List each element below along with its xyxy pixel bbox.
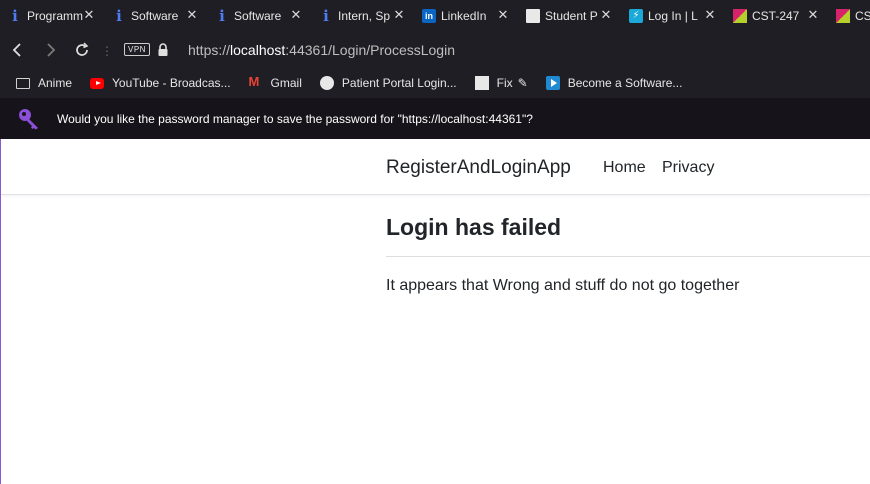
error-message: It appears that Wrong and stuff do not g… [386,277,740,294]
tab-title: Software [234,9,282,23]
nav-link-privacy[interactable]: Privacy [662,159,714,177]
page-content: RegisterAndLoginApp Home Privacy Login h… [0,139,870,484]
bookmark-label: Anime [38,76,73,90]
play-icon [545,76,560,90]
bookmark-label: YouTube - Broadcas... [112,76,231,90]
tab-strip: i Programm ✕ i Software ✕ i Software ✕ i… [0,0,870,32]
tab-programm[interactable]: i Programm ✕ [0,0,104,32]
close-icon[interactable]: ✕ [599,8,613,22]
tab-intern[interactable]: i Intern, Sp ✕ [311,0,414,32]
url-path: :44361/Login/ProcessLogin [285,42,455,58]
info-icon: i [219,7,225,25]
tab-cs[interactable]: CS [828,0,870,32]
reload-button[interactable] [70,38,94,62]
bookmark-label: Fix [496,76,513,90]
address-field[interactable]: https://localhost:44361/Login/ProcessLog… [188,42,455,58]
password-manager-bar: Would you like the password manager to s… [0,98,870,139]
close-icon[interactable]: ✕ [185,8,199,22]
info-icon: i [323,7,329,25]
url-scheme: https:// [188,42,231,58]
cst-icon [733,9,747,23]
close-icon[interactable]: ✕ [703,8,717,22]
tab-linkedin[interactable]: in LinkedIn ✕ [414,0,518,32]
close-icon[interactable]: ✕ [496,8,510,22]
bookmark-label: Become a Software... [567,76,683,90]
close-icon[interactable]: ✕ [806,8,820,22]
tab-login[interactable]: ⚡ Log In | L ✕ [621,0,725,32]
divider [386,256,870,257]
forward-button[interactable] [38,38,62,62]
tab-title: CST-247 [752,9,800,23]
bookmark-label: Gmail [270,76,302,90]
tab-title: Log In | L [648,9,698,23]
tab-title: CS [855,9,870,23]
cst-icon [836,9,850,23]
close-icon[interactable]: ✕ [289,8,303,22]
youtube-icon [90,77,105,89]
tab-student[interactable]: Student P ✕ [518,0,621,32]
gmail-icon: M [248,74,260,89]
bookmark-fix[interactable]: Fix ✎ [474,76,528,90]
patient-portal-icon [319,76,334,90]
nav-link-home[interactable]: Home [603,159,646,177]
tab-title: LinkedIn [441,9,487,23]
tab-software-2[interactable]: i Software ✕ [207,0,311,32]
info-icon: i [116,7,122,25]
tab-cst-247[interactable]: CST-247 ✕ [725,0,828,32]
bookmark-patient-portal[interactable]: Patient Portal Login... [319,76,457,90]
file-icon [474,76,489,90]
tab-title: Software [131,9,179,23]
site-navbar: RegisterAndLoginApp Home Privacy [1,139,870,195]
bookmark-gmail[interactable]: M Gmail [248,74,302,90]
reload-icon [76,42,89,56]
bolt-icon: ⚡ [629,9,643,23]
url-host: localhost [230,42,286,58]
vpn-badge[interactable]: VPN [124,43,150,56]
close-icon[interactable]: ✕ [392,8,406,22]
linkedin-icon: in [422,9,436,23]
bookmarks-bar: Anime YouTube - Broadcas... M Gmail Pati… [0,68,870,98]
key-icon [19,109,38,130]
bookmark-anime[interactable]: Anime [16,76,72,90]
bookmark-label: Patient Portal Login... [341,76,457,90]
close-icon[interactable]: ✕ [82,8,96,22]
page-title: Login has failed [386,214,562,240]
password-save-prompt: Would you like the password manager to s… [57,112,533,126]
tab-title: Intern, Sp [338,9,391,23]
pencil-icon: ✎ [517,76,528,90]
info-icon: i [12,7,18,25]
document-icon [526,9,540,23]
back-button[interactable] [6,38,30,62]
tab-title: Student P [545,9,598,23]
address-toolbar: ⋮ VPN https://localhost:44361/Login/Proc… [0,32,870,68]
folder-icon [16,77,30,89]
navbar-brand[interactable]: RegisterAndLoginApp [386,157,571,179]
lock-icon[interactable] [157,42,169,58]
bookmark-become-software[interactable]: Become a Software... [545,76,683,90]
tab-title: Programm [27,9,84,23]
back-arrow-icon [12,43,21,57]
forward-arrow-icon [47,43,56,57]
menu-dots-icon[interactable]: ⋮ [101,45,113,57]
tab-software-1[interactable]: i Software ✕ [104,0,207,32]
bookmark-youtube[interactable]: YouTube - Broadcas... [90,76,231,90]
